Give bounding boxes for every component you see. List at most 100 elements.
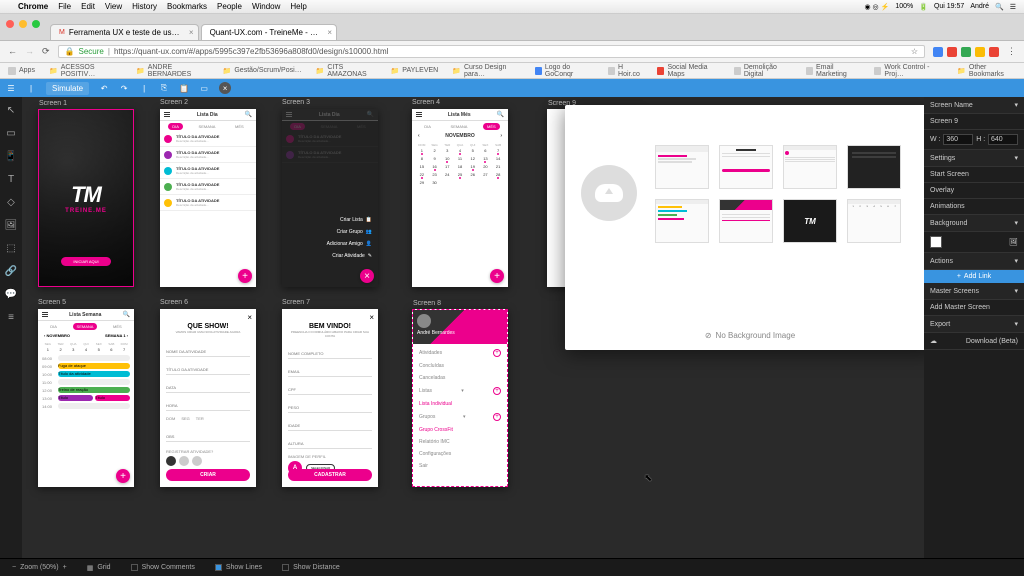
create-button[interactable]: CRIAR [166,469,250,481]
activity-icon[interactable]: ✎ [368,253,372,259]
canvas[interactable]: Screen 1 TM TREINE.ME INICIAR AQUI Scree… [22,97,924,576]
ext-icon[interactable] [989,47,999,57]
component-tool-icon[interactable]: ⬚ [6,243,15,254]
mac-menu-view[interactable]: View [105,2,122,11]
comments-toggle[interactable]: Show Comments [131,564,195,571]
mac-menu-help[interactable]: Help [290,2,306,11]
mac-menu-edit[interactable]: Edit [81,2,95,11]
mac-menu-history[interactable]: History [132,2,157,11]
friend-icon[interactable]: 👤 [366,241,372,247]
screen-artboard[interactable]: Screen 4 Lista Més🔍 DIASEMANAMÉS ‹NOVEMB… [412,109,508,287]
color-swatch[interactable] [930,236,942,248]
other-bookmarks[interactable]: 📁Other Bookmarks [957,64,1016,78]
bookmark-item[interactable]: 📁ACESSOS POSITIV… [49,64,122,78]
screen-name-row[interactable]: Screen Name▾ [924,97,1024,114]
browser-tab[interactable]: M Ferramenta UX e teste de us… × [50,24,199,40]
thumbnail[interactable] [783,145,837,189]
reload-icon[interactable]: ⟳ [42,46,50,57]
shape-tool-icon[interactable]: ◇ [7,197,15,208]
text-input[interactable] [288,421,372,431]
wifi-icon[interactable]: ◉ ◎ ⚡ [865,3,890,11]
mac-menu-people[interactable]: People [217,2,242,11]
mac-menu-bookmarks[interactable]: Bookmarks [167,2,207,11]
image-icon[interactable]: 🖼 [1009,238,1018,246]
add-link-button[interactable]: +Add Link [924,270,1024,283]
mac-user[interactable]: André [970,3,989,10]
copy-icon[interactable]: ⎘ [159,83,169,93]
menu-icon[interactable]: ☰ [6,84,16,93]
screen-artboard[interactable]: Screen 1 TM TREINE.ME INICIAR AQUI [38,109,134,287]
close-tab-icon[interactable]: × [189,28,194,37]
menu-icon[interactable]: ☰ [1010,3,1016,11]
delete-icon[interactable]: × [219,82,231,94]
bookmark-item[interactable]: Apps [8,67,35,75]
battery-icon[interactable]: 100% [895,3,913,10]
address-input[interactable]: 🔒 Secure | https://quant-ux.com/#/apps/5… [58,45,925,58]
lines-toggle[interactable]: Show Lines [215,564,262,571]
start-button[interactable]: INICIAR AQUI [61,257,110,266]
chrome-menu-icon[interactable]: ⋮ [1007,46,1016,57]
screen-artboard[interactable]: Screen 5 Lista Semana🔍 DIASEMANAMÉS ‹ NO… [38,309,134,487]
text-input[interactable] [166,347,250,357]
ext-icon[interactable] [975,47,985,57]
undo-icon[interactable]: ↶ [99,84,109,93]
fab-add[interactable]: + [490,269,504,283]
screen-tool-icon[interactable]: ▭ [6,128,15,139]
screen-artboard[interactable]: Screen 3 Lista Dia🔍 DIASEMANAMÉS TÍTULO … [282,109,378,287]
simulate-button[interactable]: Simulate [46,82,89,95]
text-input[interactable] [288,403,372,413]
close-icon[interactable]: × [369,313,374,322]
link-tool-icon[interactable]: 🔗 [5,266,17,277]
mac-menu-file[interactable]: File [58,2,71,11]
text-input[interactable] [166,401,250,411]
distance-toggle[interactable]: Show Distance [282,564,340,571]
download-row[interactable]: ☁ Download (Beta) [924,333,1024,350]
close-tab-icon[interactable]: × [327,28,332,37]
group-icon[interactable]: ▭ [199,84,209,93]
bookmark-item[interactable]: 📁ANDRE BERNARDES [136,64,209,78]
search-icon[interactable]: 🔍 [245,111,252,118]
bookmark-item[interactable]: Logo do GoConqr [535,64,594,78]
grid-toggle[interactable]: ▦Grid [87,564,111,572]
pointer-tool-icon[interactable]: ↖ [7,105,15,116]
text-input[interactable] [288,385,372,395]
star-icon[interactable]: ☆ [911,47,918,56]
screen-artboard[interactable]: Screen 6 × QUE SHOW! VAMOS CRIAR UMA NOV… [160,309,256,487]
zoom-control[interactable]: −Zoom (50%)+ [12,564,67,571]
bookmark-item[interactable]: 📁Curso Design para… [452,64,521,78]
thumbnail[interactable]: 1234567 [847,199,901,243]
text-input[interactable] [166,432,250,442]
layers-tool-icon[interactable]: ≡ [8,312,14,323]
bookmark-item[interactable]: Email Marketing [806,64,860,78]
screen-artboard[interactable]: Screen 8 André Bernardes Atividades+ Con… [412,309,508,487]
minimize-window-icon[interactable] [19,20,27,28]
screen-artboard[interactable]: Screen 2 Lista Dia🔍 DIASEMANAMÉS TÍTULO … [160,109,256,287]
thumbnail[interactable] [655,145,709,189]
search-icon[interactable]: 🔍 [995,3,1004,11]
image-tool-icon[interactable]: 🖼 [5,220,18,231]
thumbnail[interactable]: TM [783,199,837,243]
thumbnail[interactable] [719,199,773,243]
screen-artboard[interactable]: Screen 7 × BEM VINDO! PREENCHA O FORMULÁ… [282,309,378,487]
mac-app-name[interactable]: Chrome [18,2,48,11]
browser-tab[interactable]: Quant-UX.com - TreineMe - … × [201,24,337,40]
register-button[interactable]: CADASTRAR [288,469,372,481]
phone-tool-icon[interactable]: 📱 [5,151,17,162]
fab-add[interactable]: + [238,269,252,283]
ext-icon[interactable] [947,47,957,57]
paste-icon[interactable]: 📋 [179,84,189,93]
text-input[interactable] [166,383,250,393]
mac-clock[interactable]: Qui 19:57 [934,3,964,10]
fab-close[interactable]: × [360,269,374,283]
menu-icon[interactable] [416,112,422,117]
text-input[interactable] [288,439,372,449]
text-input[interactable] [288,349,372,359]
ext-icon[interactable] [933,47,943,57]
menu-icon[interactable] [164,112,170,117]
text-tool-icon[interactable]: T [8,174,14,185]
bookmark-item[interactable]: H Hoir.co [608,64,643,78]
thumbnail[interactable] [655,199,709,243]
menu-icon[interactable] [42,312,48,317]
group-icon[interactable]: 👥 [366,229,372,235]
mac-menu-window[interactable]: Window [252,2,280,11]
